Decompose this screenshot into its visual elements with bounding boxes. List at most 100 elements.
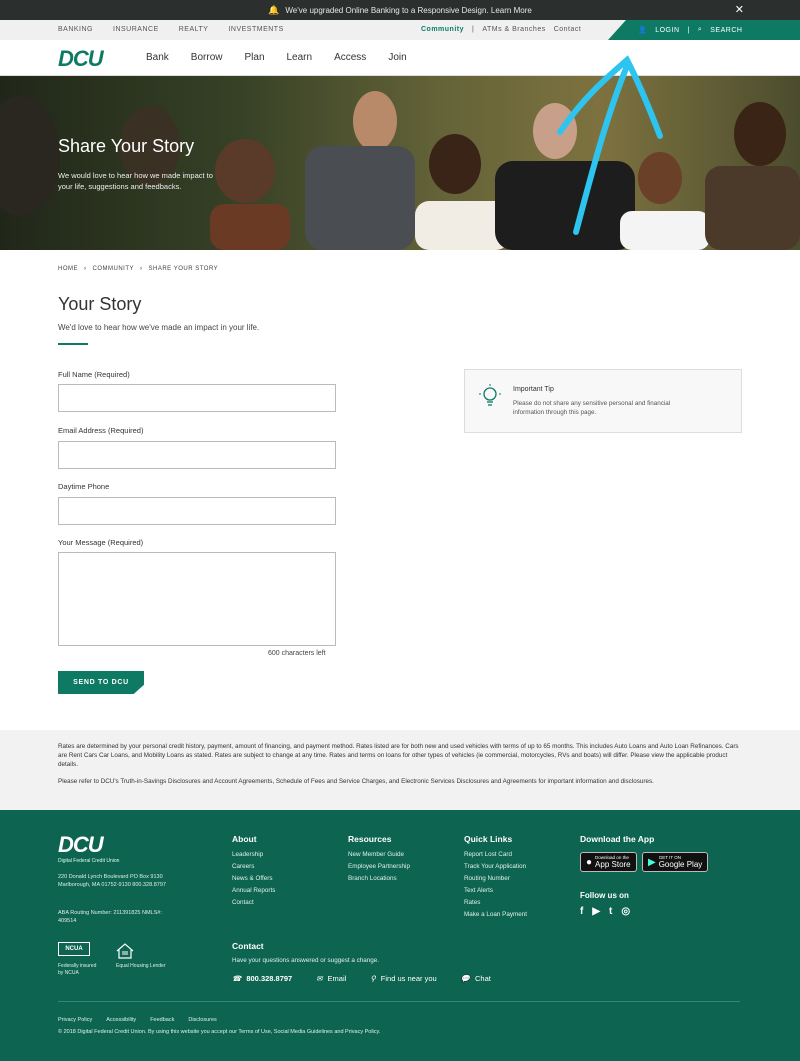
accessibility-link[interactable]: Accessibility xyxy=(106,1017,136,1023)
user-icon: 👤 xyxy=(638,27,648,34)
footer-divider xyxy=(58,1001,740,1002)
footer-logo[interactable]: DCU xyxy=(58,832,104,858)
app-store-button[interactable]: ● Download on the App Store xyxy=(580,852,637,872)
facebook-icon[interactable]: f xyxy=(580,906,583,917)
equal-housing-icon xyxy=(116,943,134,959)
crumb-current: SHARE YOUR STORY xyxy=(148,266,219,272)
find-text: Find us near you xyxy=(380,974,437,983)
quick-link[interactable]: Text Alerts xyxy=(464,885,527,897)
footer-routing: ABA Routing Number: 211391825 NMLS#: 409… xyxy=(58,910,162,924)
disclaimer-agreements: Please refer to DCU's Truth-in-Savings D… xyxy=(58,778,654,785)
util-insurance[interactable]: Insurance xyxy=(113,26,159,33)
download-heading: Download the App xyxy=(580,834,655,844)
disclaimer: Rates are determined by your personal cr… xyxy=(0,730,800,810)
email-field[interactable] xyxy=(58,441,336,469)
googleplay-main: Google Play xyxy=(658,860,703,869)
ehl-text: Equal Housing Lender xyxy=(116,963,166,969)
crumb-home[interactable]: HOME xyxy=(58,266,78,272)
appstore-main: App Store xyxy=(595,860,631,869)
chat-icon: 💬 xyxy=(460,974,471,983)
resources-link[interactable]: Branch Locations xyxy=(348,873,410,885)
hero-photo xyxy=(0,76,800,250)
google-play-button[interactable]: ▶ GET IT ON Google Play xyxy=(642,852,709,872)
phone-field[interactable] xyxy=(58,497,336,525)
nav-access[interactable]: Access xyxy=(334,52,366,63)
nav-bank[interactable]: Bank xyxy=(146,52,169,63)
resources-link[interactable]: Employee Partnership xyxy=(348,861,410,873)
ncua-logo: NCUA xyxy=(58,942,90,956)
util-banking[interactable]: Banking xyxy=(58,26,93,33)
util-community[interactable]: Community xyxy=(421,26,464,33)
hero-banner: Share Your Story We would love to hear h… xyxy=(0,76,800,250)
footer: DCU Digital Federal Credit Union 220 Don… xyxy=(0,810,800,1061)
title-underline xyxy=(58,343,88,345)
privacy-link[interactable]: Privacy Policy xyxy=(58,1017,92,1023)
disclosures-link[interactable]: Disclosures xyxy=(188,1017,216,1023)
footer-address: 220 Donald Lynch Boulevard PO Box 9130 M… xyxy=(58,874,166,888)
envelope-icon: ✉ xyxy=(316,974,323,983)
copyright: © 2018 Digital Federal Credit Union. By … xyxy=(58,1029,381,1035)
contact-heading: Contact xyxy=(232,941,264,951)
login-link[interactable]: LOGIN xyxy=(655,27,679,34)
search-link[interactable]: SEARCH xyxy=(710,27,742,34)
disclaimer-rates: Rates are determined by your personal cr… xyxy=(58,743,739,768)
about-link[interactable]: Contact xyxy=(232,897,275,909)
about-link[interactable]: News & Offers xyxy=(232,873,275,885)
find-link[interactable]: ⚲ Find us near you xyxy=(370,974,436,983)
page-lead: We'd love to hear how we've made an impa… xyxy=(58,323,260,332)
chevron-right-icon: › xyxy=(140,266,143,272)
twitter-icon[interactable]: t xyxy=(609,906,612,917)
social-links: f ▶ t ◎ xyxy=(580,906,630,917)
nav-plan[interactable]: Plan xyxy=(244,52,264,63)
email-label: Email Address (Required) xyxy=(58,426,144,435)
util-investments[interactable]: Investments xyxy=(228,26,283,33)
chat-link[interactable]: 💬 Chat xyxy=(461,974,491,983)
util-atm[interactable]: ATMs & Branches xyxy=(482,26,545,33)
nav-learn[interactable]: Learn xyxy=(287,52,313,63)
bell-icon: 🔔 xyxy=(268,4,280,15)
email-link[interactable]: ✉ Email xyxy=(316,974,346,983)
about-link[interactable]: Annual Reports xyxy=(232,885,275,897)
about-link[interactable]: Leadership xyxy=(232,849,275,861)
close-icon[interactable]: ✕ xyxy=(735,3,744,16)
about-link[interactable]: Careers xyxy=(232,861,275,873)
quick-link[interactable]: Make a Loan Payment xyxy=(464,909,527,921)
send-button[interactable]: SEND TO DCU xyxy=(58,671,144,694)
nav-join[interactable]: Join xyxy=(388,52,406,63)
quick-link[interactable]: Report Lost Card xyxy=(464,849,527,861)
resources-heading: Resources xyxy=(348,834,392,844)
hero-title: Share Your Story xyxy=(58,136,195,156)
phone-link[interactable]: ☎ 800.328.8797 xyxy=(232,974,292,983)
dcu-logo[interactable]: DCU xyxy=(58,46,104,72)
quick-link[interactable]: Rates xyxy=(464,897,527,909)
character-counter: 600 characters left xyxy=(268,650,326,657)
instagram-icon[interactable]: ◎ xyxy=(621,906,630,917)
lightbulb-icon xyxy=(479,384,501,406)
announcement-banner[interactable]: 🔔 We've upgraded Online Banking to a Res… xyxy=(0,0,800,20)
banner-text[interactable]: We've upgraded Online Banking to a Respo… xyxy=(285,6,531,15)
quick-link[interactable]: Routing Number xyxy=(464,873,527,885)
apple-icon: ● xyxy=(586,856,593,868)
footer-tagline: Digital Federal Credit Union xyxy=(58,858,120,864)
footer-about: About Leadership Careers News & Offers A… xyxy=(232,834,275,909)
quick-heading: Quick Links xyxy=(464,834,513,844)
nav-borrow[interactable]: Borrow xyxy=(191,52,223,63)
crumb-community[interactable]: COMMUNITY xyxy=(93,266,135,272)
feedback-link[interactable]: Feedback xyxy=(150,1017,174,1023)
youtube-icon[interactable]: ▶ xyxy=(592,906,600,917)
message-label: Your Message (Required) xyxy=(58,538,144,547)
full-name-field[interactable] xyxy=(58,384,336,412)
chat-text: Chat xyxy=(475,974,491,983)
resources-link[interactable]: New Member Guide xyxy=(348,849,410,861)
tip-body: Please do not share any sensitive person… xyxy=(513,400,671,416)
footer-quick-links: Quick Links Report Lost Card Track Your … xyxy=(464,834,527,921)
contact-sub: Have your questions answered or suggest … xyxy=(232,957,380,964)
message-textarea[interactable] xyxy=(58,552,336,646)
util-contact[interactable]: Contact xyxy=(554,26,582,33)
phone-number: 800.328.8797 xyxy=(246,974,293,983)
ncua-text: Federally insured by NCUA xyxy=(58,963,97,976)
page-title: Your Story xyxy=(58,294,142,314)
location-icon: ⚲ xyxy=(370,974,376,983)
util-realty[interactable]: Realty xyxy=(179,26,209,33)
quick-link[interactable]: Track Your Application xyxy=(464,861,527,873)
